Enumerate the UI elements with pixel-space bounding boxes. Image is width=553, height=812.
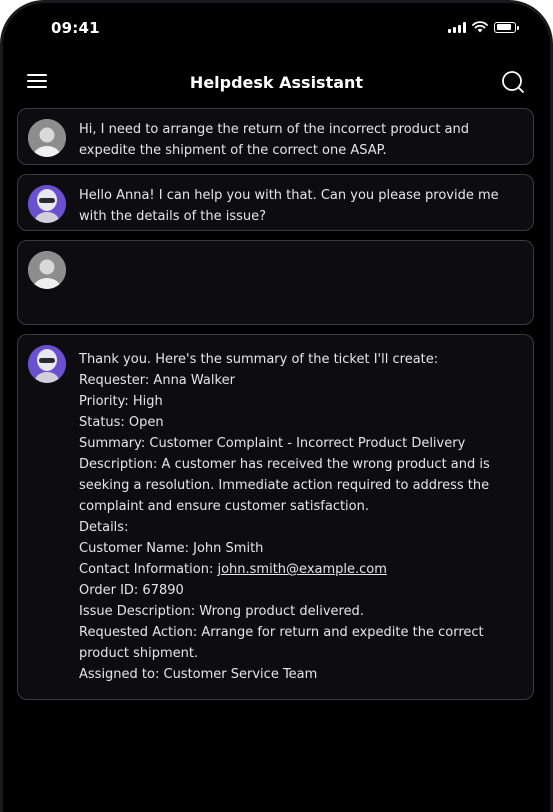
description-line: complaint and ensure customer satisfacti…	[79, 499, 369, 514]
message-line: with the details of the issue?	[79, 209, 267, 224]
contact-email-link[interactable]: john.smith@example.com	[217, 562, 386, 577]
page-title: Helpdesk Assistant	[189, 73, 364, 92]
chat-message-bot: Thank you. Here's the summary of the tic…	[17, 334, 534, 700]
message-line: expedite the shipment of the correct one…	[79, 143, 387, 158]
message-text: Hello Anna! I can help you with that. Ca…	[79, 185, 509, 227]
description-line: Description: A customer has received the…	[79, 457, 490, 472]
requester-line: Requester: Anna Walker	[79, 373, 235, 388]
bot-avatar	[28, 185, 66, 223]
battery-icon	[494, 21, 519, 33]
user-avatar	[28, 119, 66, 157]
bot-avatar	[28, 345, 66, 383]
user-avatar	[28, 251, 66, 289]
message-line: Thank you. Here's the summary of the tic…	[79, 352, 439, 367]
wifi-icon	[472, 21, 488, 33]
ticket-summary-text: Thank you. Here's the summary of the tic…	[79, 349, 509, 685]
contact-line: Contact Information: john.smith@example.…	[79, 559, 509, 580]
app-screen: 09:41 Helpdesk Assistant Hi, I need to a…	[3, 3, 550, 812]
device-frame: 09:41 Helpdesk Assistant Hi, I need to a…	[0, 0, 553, 812]
chat-message-user	[17, 240, 534, 325]
chat-message-user: Hi, I need to arrange the return of the …	[17, 108, 534, 165]
customer-name-line: Customer Name: John Smith	[79, 541, 264, 556]
status-line: Status: Open	[79, 415, 164, 430]
status-icons	[448, 21, 519, 33]
issue-description-line: Issue Description: Wrong product deliver…	[79, 604, 364, 619]
signal-icon	[448, 21, 466, 33]
requested-action-line: product shipment.	[79, 646, 199, 661]
status-time: 09:41	[51, 19, 100, 37]
chat-message-bot: Hello Anna! I can help you with that. Ca…	[17, 174, 534, 231]
priority-line: Priority: High	[79, 394, 163, 409]
assigned-to-line: Assigned to: Customer Service Team	[79, 667, 318, 682]
requested-action-line: Requested Action: Arrange for return and…	[79, 625, 484, 640]
description-line: seeking a resolution. Immediate action r…	[79, 478, 490, 493]
order-id-line: Order ID: 67890	[79, 583, 184, 598]
message-line: Hi, I need to arrange the return of the …	[79, 122, 470, 137]
search-icon[interactable]	[501, 70, 525, 94]
message-line: Hello Anna! I can help you with that. Ca…	[79, 188, 499, 203]
contact-label: Contact Information:	[79, 562, 218, 577]
message-text: Hi, I need to arrange the return of the …	[79, 119, 509, 161]
details-heading: Details:	[79, 520, 129, 535]
summary-line: Summary: Customer Complaint - Incorrect …	[79, 436, 466, 451]
